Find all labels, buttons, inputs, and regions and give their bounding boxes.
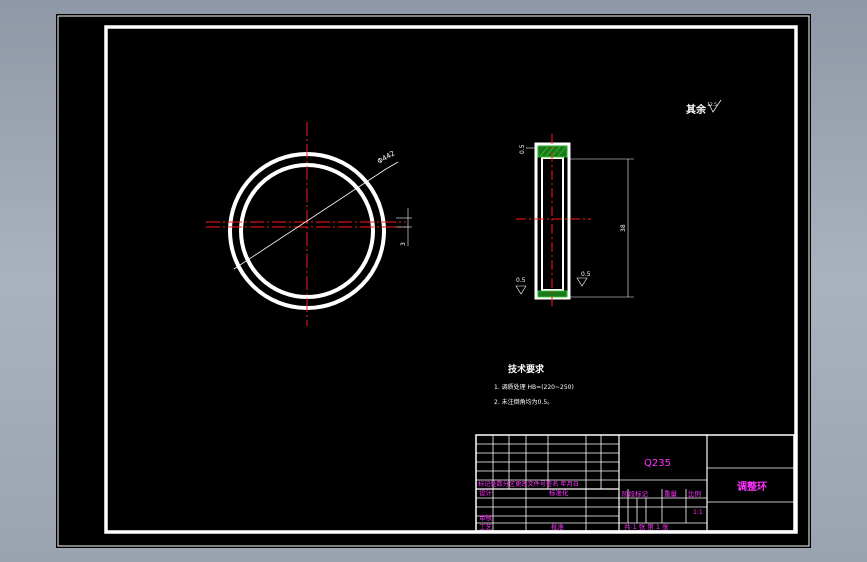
sheets-text: 共 1 张 第 1 张	[624, 522, 669, 531]
standardize-label: 标准化	[549, 488, 569, 497]
other-finish-text: 其余	[686, 103, 707, 116]
ring-front-view: Φ442 3	[206, 122, 412, 326]
designer-label: 设计	[479, 488, 493, 497]
chamfer-bl-text: 0.5	[516, 277, 526, 284]
scale-label: 比例	[688, 489, 701, 498]
title-block-text: Q235 调整环 标记处数分区更改文件号签名 年月日 设计 标准化 阶段标记 重…	[478, 458, 767, 531]
height-dim-text: 38	[620, 224, 627, 232]
review-label: 审核	[479, 513, 493, 522]
chamfer-top-text: 0.5	[519, 144, 526, 154]
roughness-value: 12.5	[707, 102, 717, 108]
process-label: 工艺	[479, 523, 493, 531]
other-finish-note: 其余 12.5	[686, 99, 722, 116]
drawing-sheet: Φ442 3 38 0.5 0.5 0.5 其余 12.5 技术要求 1. 调质…	[56, 14, 811, 548]
approve-label: 批准	[551, 522, 565, 531]
scale-value: 1:1	[693, 509, 703, 516]
tech-title: 技术要求	[508, 363, 545, 375]
weight-label: 重量	[664, 490, 678, 498]
tech-line-2: 2. 未注倒角均为0.5。	[494, 398, 553, 406]
tech-line-1: 1. 调质处理 HB=(220~250)	[494, 383, 574, 391]
tech-requirements: 技术要求 1. 调质处理 HB=(220~250) 2. 未注倒角均为0.5。	[494, 363, 574, 406]
thickness-dim-text: 3	[400, 242, 407, 246]
ring-section-view: 38 0.5 0.5 0.5	[515, 134, 634, 309]
outer-frame	[57, 15, 810, 547]
part-name-text: 调整环	[737, 480, 767, 493]
diameter-dim-text: Φ442	[376, 149, 396, 165]
chamfer-br-text: 0.5	[581, 271, 591, 278]
cad-drawing: Φ442 3 38 0.5 0.5 0.5 其余 12.5 技术要求 1. 调质…	[57, 15, 810, 547]
revision-header: 标记处数分区更改文件号签名 年月日	[478, 480, 579, 488]
diameter-leader	[233, 168, 387, 270]
inner-border	[104, 25, 798, 534]
stage-mark-label: 阶段标记	[622, 489, 649, 498]
material-text: Q235	[644, 458, 671, 469]
